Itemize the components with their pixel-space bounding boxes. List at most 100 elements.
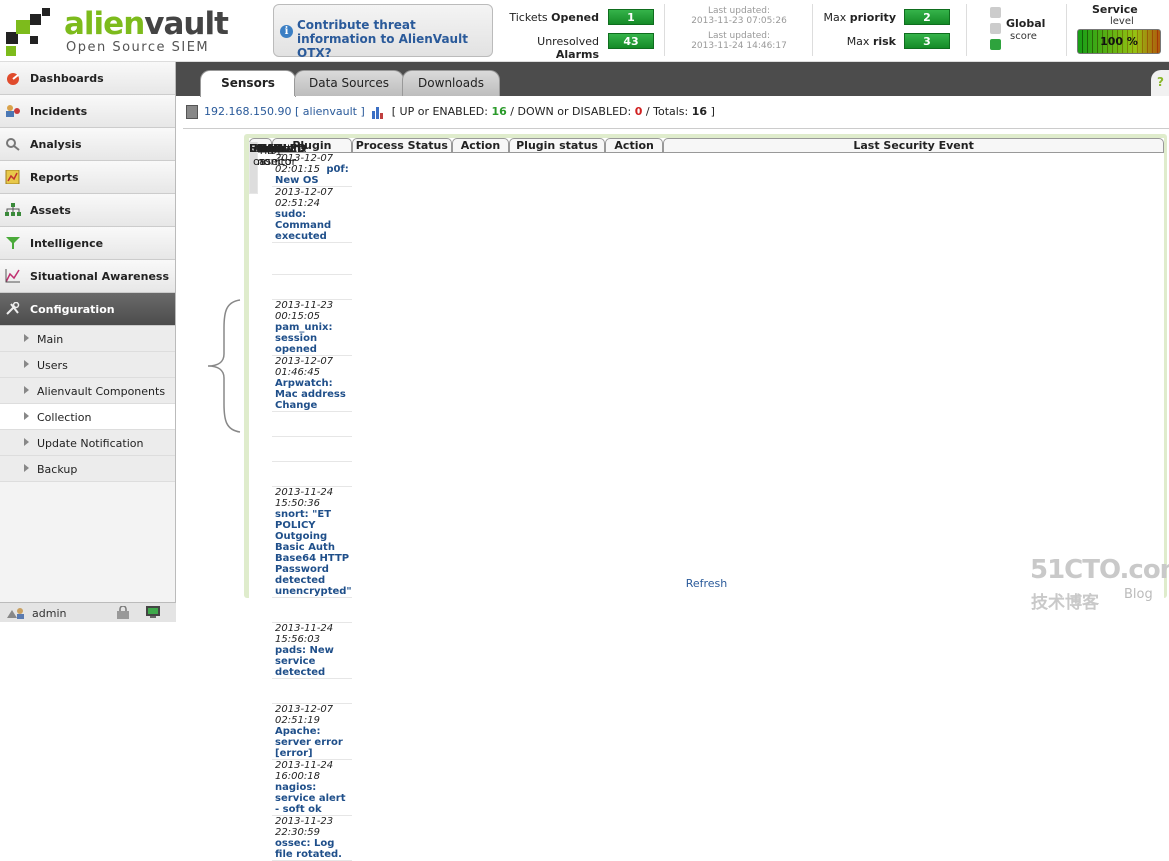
tab-bar: Sensors Data Sources Downloads ? <box>176 62 1169 97</box>
bar-chart-icon[interactable] <box>371 105 385 119</box>
column-header-action: Action <box>451 138 509 153</box>
tab-data-sources[interactable]: Data Sources <box>294 70 404 96</box>
sidebar-subitem-alienvault-components[interactable]: Alienvault Components <box>0 378 175 404</box>
service-level-subtitle: level <box>1110 16 1134 27</box>
event-text[interactable]: Apache: server error [error] <box>275 726 343 759</box>
sidebar-item-analysis[interactable]: Analysis <box>0 128 175 161</box>
event-text[interactable]: sudo: Command executed <box>275 209 331 242</box>
last-security-event[interactable] <box>272 598 352 623</box>
max-priority-label: Max priority <box>823 11 896 24</box>
column-header-action-2: Action <box>605 138 664 153</box>
tickets-opened-label: Tickets Opened <box>509 11 599 24</box>
global-score-subtitle: score <box>1010 31 1037 42</box>
sidebar: Dashboards Incidents Analysis Reports As… <box>0 62 176 622</box>
last-security-event[interactable] <box>272 243 352 275</box>
down-disabled-label: DOWN or DISABLED: <box>517 105 632 118</box>
info-icon: i <box>280 25 293 38</box>
server-icon <box>186 105 198 119</box>
otx-banner-text[interactable]: Contribute threat information to AlienVa… <box>297 18 489 60</box>
sidebar-item-configuration[interactable]: Configuration <box>0 293 175 326</box>
table-row: ✚sshdUPStopENABLEDDisable <box>249 142 1164 704</box>
up-enabled-count: 16 <box>491 105 507 118</box>
summary-open-bracket: [ <box>391 105 397 118</box>
last-security-event[interactable] <box>272 437 352 462</box>
last-security-event[interactable] <box>272 275 352 300</box>
event-time: 2013-11-24 15:56:03 <box>275 623 334 645</box>
last-security-event[interactable]: 2013-11-23 00:15:05 pam_unix: session op… <box>272 300 352 356</box>
event-text[interactable]: Arpwatch: Mac address Change <box>275 378 346 411</box>
tab-downloads[interactable]: Downloads <box>402 70 500 96</box>
max-risk-value[interactable]: 3 <box>904 33 950 49</box>
global-score-light-2 <box>990 23 1001 34</box>
sidebar-subitem-collection[interactable]: Collection <box>0 404 175 430</box>
last-security-event[interactable]: 2013-12-07 02:51:24 sudo: Command execut… <box>272 187 352 243</box>
sensor-ip[interactable]: 192.168.150.90 <box>204 105 291 118</box>
watermark-cn: 技术博客 <box>1031 593 1099 613</box>
global-score-light-3 <box>990 39 1001 50</box>
event-time: 2013-12-07 01:46:45 <box>275 356 334 378</box>
disable-link[interactable]: Disable <box>249 142 290 194</box>
down-disabled-count: 0 <box>634 105 643 118</box>
event-time: 2013-11-23 22:30:59 <box>275 816 334 838</box>
tab-sensors[interactable]: Sensors <box>200 70 296 97</box>
service-level-title: Service <box>1092 3 1138 16</box>
last-security-event[interactable] <box>272 679 352 704</box>
last-security-event[interactable]: 2013-11-24 16:00:18 nagios: service aler… <box>272 760 352 816</box>
service-level-gauge[interactable]: 100 % <box>1077 29 1161 54</box>
alienvault-logo[interactable]: alienvault Open Source SIEM <box>6 6 236 56</box>
sidebar-item-dashboards[interactable]: Dashboards <box>0 62 175 95</box>
event-time: 2013-11-24 16:00:18 <box>275 760 334 782</box>
table-row: ✚sudoUnknown-ENABLEDDisable2013-12-07 02… <box>249 142 1164 243</box>
event-text[interactable]: pam_unix: session opened <box>275 322 332 355</box>
sidebar-subitem-update-notification[interactable]: Update Notification <box>0 430 175 456</box>
tickets-last-updated: Last updated: 2013-11-23 07:05:26 <box>691 6 787 26</box>
watermark-blog: Blog <box>1124 587 1153 602</box>
last-security-event[interactable] <box>272 462 352 487</box>
last-security-event[interactable]: 2013-12-07 02:51:19 Apache: server error… <box>272 704 352 760</box>
column-header-plugin-status[interactable]: Plugin status <box>508 138 606 153</box>
summary-close-bracket: ] <box>710 105 715 118</box>
logo-text-vault: vault <box>144 6 229 42</box>
current-user[interactable]: admin <box>32 607 66 620</box>
arrow-right-icon <box>24 360 29 368</box>
refresh-link[interactable]: Refresh <box>249 577 1164 590</box>
last-security-event[interactable]: 2013-11-23 22:30:59 ossec: Log file rota… <box>272 816 352 861</box>
sidebar-subitem-backup[interactable]: Backup <box>0 456 175 482</box>
sidebar-item-situational-awareness[interactable]: Situational Awareness <box>0 260 175 293</box>
sidebar-item-assets[interactable]: Assets <box>0 194 175 227</box>
table-header-row: Plugin Process Status Action Plugin stat… <box>249 138 1164 153</box>
summary-separator-2: / <box>645 105 650 118</box>
arrow-right-icon <box>24 438 29 446</box>
event-text[interactable]: pads: New service detected <box>275 645 334 678</box>
table-row: ✚ping-monitorUnknown-ENABLEDDisable <box>249 142 1164 300</box>
situational-awareness-icon <box>5 269 20 283</box>
last-security-event[interactable]: 2013-12-07 01:46:45 Arpwatch: Mac addres… <box>272 356 352 412</box>
help-icon[interactable]: ? <box>1151 70 1169 96</box>
sidebar-subitem-main[interactable]: Main <box>0 326 175 352</box>
alarms-last-updated: Last updated: 2013-11-24 14:46:17 <box>691 31 787 51</box>
table-row: ✚apacheUPStopENABLEDDisable2013-12-07 02… <box>249 142 1164 760</box>
arrow-right-icon <box>24 334 29 342</box>
column-header-process-status[interactable]: Process Status <box>351 138 452 153</box>
arrow-right-icon <box>24 386 29 394</box>
last-security-event[interactable]: 2013-11-24 15:56:03 pads: New service de… <box>272 623 352 679</box>
sensor-info-bar: 192.168.150.90 [ alienvault ] [ UP or EN… <box>186 105 1166 125</box>
event-text[interactable]: nagios: service alert - soft ok <box>275 782 345 815</box>
event-time: 2013-11-23 00:15:05 <box>275 300 334 322</box>
sensor-host[interactable]: [ alienvault ] <box>295 105 365 118</box>
unresolved-alarms-value[interactable]: 43 <box>608 33 654 49</box>
sidebar-item-intelligence[interactable]: Intelligence <box>0 227 175 260</box>
monitor-icon[interactable] <box>145 605 161 619</box>
tickets-opened-value[interactable]: 1 <box>608 9 654 25</box>
sidebar-subitem-users[interactable]: Users <box>0 352 175 378</box>
event-text[interactable]: ossec: Log file rotated. <box>275 838 342 860</box>
table-row: ✚ossim-caUnknown-ENABLEDDisable <box>249 142 1164 623</box>
otx-banner[interactable]: i Contribute threat information to Alien… <box>273 4 493 60</box>
sidebar-item-reports[interactable]: Reports <box>0 161 175 194</box>
column-header-last-security-event[interactable]: Last Security Event <box>663 138 1164 153</box>
sidebar-item-incidents[interactable]: Incidents <box>0 95 175 128</box>
table-row: ✚padsUPStopENABLEDDisable2013-11-24 15:5… <box>249 142 1164 679</box>
lock-icon[interactable] <box>116 606 130 619</box>
max-priority-value[interactable]: 2 <box>904 9 950 25</box>
last-security-event[interactable] <box>272 412 352 437</box>
